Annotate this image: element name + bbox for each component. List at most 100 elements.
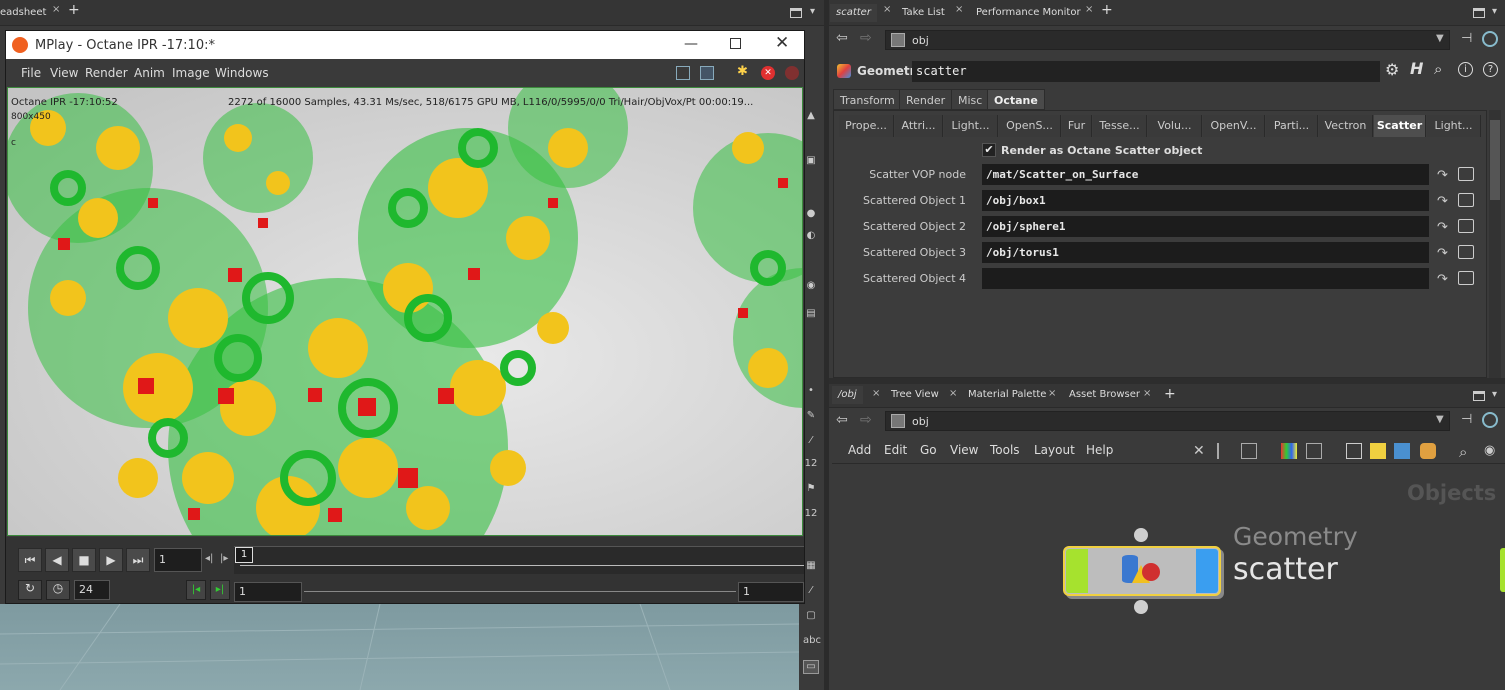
scattered-object-1-field[interactable]: /obj/box1 xyxy=(982,190,1429,211)
close-icon[interactable]: × xyxy=(955,4,963,15)
tab-spreadsheet[interactable]: eadsheet xyxy=(0,4,52,22)
close-icon[interactable]: × xyxy=(949,388,957,399)
tab-performance-monitor[interactable]: Performance Monitor xyxy=(970,4,1087,22)
node-name-label[interactable]: scatter xyxy=(1233,552,1338,587)
scattered-object-4-field[interactable] xyxy=(982,268,1429,289)
step-back-button[interactable]: ◀ xyxy=(45,548,69,572)
wand-icon[interactable]: ⁄ xyxy=(803,585,819,599)
pane-menu-icon[interactable]: ▾ xyxy=(1492,6,1497,17)
node-chooser-icon[interactable] xyxy=(1458,167,1474,181)
subtab-light[interactable]: Light... xyxy=(1427,115,1481,137)
menu-add[interactable]: Add xyxy=(848,443,871,457)
fit-view-icon[interactable] xyxy=(676,66,690,80)
wrench-icon[interactable]: ✕ xyxy=(1193,443,1209,459)
offscreen-node-edge[interactable] xyxy=(1500,548,1505,592)
node-display-flag[interactable] xyxy=(1066,549,1088,593)
info-icon[interactable]: i xyxy=(1458,62,1473,77)
tab-misc[interactable]: Misc xyxy=(951,89,990,110)
menu-view[interactable]: View xyxy=(950,443,978,457)
flag-icon[interactable]: ⚑ xyxy=(803,483,819,497)
dot-tool-icon[interactable] xyxy=(1420,443,1436,459)
link-icon[interactable] xyxy=(1482,31,1498,47)
help-icon[interactable]: ? xyxy=(1483,62,1498,77)
node-output-connector[interactable] xyxy=(1134,600,1148,614)
pin-icon[interactable]: ⊣ xyxy=(1461,412,1472,427)
tab-material-palette[interactable]: Material Palette xyxy=(962,386,1052,404)
pencil-icon[interactable]: ✎ xyxy=(803,410,819,424)
tab-asset-browser[interactable]: Asset Browser xyxy=(1063,386,1146,404)
subtab-scatter[interactable]: Scatter xyxy=(1374,115,1426,137)
menu-windows[interactable]: Windows xyxy=(215,66,269,80)
frame-marker[interactable]: 1 xyxy=(235,547,253,563)
close-icon[interactable]: × xyxy=(1048,388,1056,399)
image-add-icon[interactable] xyxy=(1394,443,1410,459)
node-input-connector[interactable] xyxy=(1134,528,1148,542)
subtab-openvdb[interactable]: OpenV... xyxy=(1203,115,1265,137)
subtab-fur[interactable]: Fur xyxy=(1062,115,1092,137)
snapshot-icon[interactable] xyxy=(700,66,714,80)
minimize-icon[interactable]: — xyxy=(684,36,698,52)
subtab-attributes[interactable]: Attri... xyxy=(895,115,943,137)
forward-arrow-icon[interactable]: ⇨ xyxy=(860,412,872,428)
pause-render-icon[interactable] xyxy=(785,66,799,80)
eye-icon[interactable]: ◉ xyxy=(1484,443,1500,459)
stop-button[interactable]: ■ xyxy=(72,548,96,572)
jump-icon[interactable]: ↷ xyxy=(1437,272,1448,287)
scattered-object-3-field[interactable]: /obj/torus1 xyxy=(982,242,1429,263)
subtab-opensubdiv[interactable]: OpenS... xyxy=(999,115,1061,137)
jump-icon[interactable]: ↷ xyxy=(1437,220,1448,235)
dot-icon[interactable]: • xyxy=(803,385,819,399)
scattered-object-2-field[interactable]: /obj/sphere1 xyxy=(982,216,1429,237)
label-12-a[interactable]: 12 xyxy=(803,458,819,472)
image-icon[interactable]: ▭ xyxy=(803,660,819,674)
link-icon[interactable] xyxy=(1482,412,1498,428)
shape-palette-icon[interactable] xyxy=(1306,443,1322,459)
subtab-tessellation[interactable]: Tesse... xyxy=(1093,115,1147,137)
close-icon[interactable]: × xyxy=(1085,4,1093,15)
list-icon[interactable] xyxy=(1241,443,1257,459)
frame-field[interactable]: 1 xyxy=(154,548,202,572)
snap-icon[interactable]: ▤ xyxy=(803,308,819,322)
menu-file[interactable]: File xyxy=(21,66,41,80)
tab-octane[interactable]: Octane xyxy=(987,89,1045,110)
pane-menu-icon[interactable]: ▾ xyxy=(810,6,815,17)
menu-image[interactable]: Image xyxy=(172,66,210,80)
render-as-scatter-checkbox[interactable]: ✔ xyxy=(982,143,996,157)
subtab-properties[interactable]: Prope... xyxy=(839,115,894,137)
add-tab-icon[interactable]: + xyxy=(1164,386,1176,402)
path-field[interactable] xyxy=(885,411,1450,431)
forward-arrow-icon[interactable]: ⇨ xyxy=(860,30,872,46)
menu-layout[interactable]: Layout xyxy=(1034,443,1075,457)
subtab-vectron[interactable]: Vectron xyxy=(1319,115,1373,137)
maximize-pane-icon[interactable] xyxy=(1473,8,1485,18)
light-icon[interactable]: ◐ xyxy=(803,230,819,244)
select-tool-icon[interactable]: ▲ xyxy=(803,110,819,124)
path-dropdown-icon[interactable]: ▼ xyxy=(1436,414,1444,425)
text-tool-label[interactable]: abc xyxy=(803,635,821,649)
color-palette-icon[interactable] xyxy=(1281,443,1297,459)
grid-icon[interactable]: ▦ xyxy=(803,560,819,574)
node-chooser-icon[interactable] xyxy=(1458,219,1474,233)
menu-edit[interactable]: Edit xyxy=(884,443,907,457)
render-image[interactable] xyxy=(7,87,803,536)
stop-render-icon[interactable]: ✕ xyxy=(761,66,775,80)
tree-layout-icon[interactable] xyxy=(1217,443,1233,459)
range-end-field[interactable]: 1 xyxy=(738,582,804,602)
loop-mode-icon[interactable]: ↻ xyxy=(18,580,42,600)
network-box-icon[interactable] xyxy=(1346,443,1362,459)
add-tab-icon[interactable]: + xyxy=(1101,2,1113,18)
range-start-icon[interactable]: |◂ xyxy=(186,580,206,600)
maximize-pane-icon[interactable] xyxy=(790,8,802,18)
last-frame-button[interactable]: ⏭ xyxy=(126,548,150,572)
sticky-note-icon[interactable] xyxy=(1370,443,1386,459)
path-dropdown-icon[interactable]: ▼ xyxy=(1436,33,1444,44)
tab-obj[interactable]: /obj xyxy=(832,386,863,404)
fps-field[interactable]: 24 xyxy=(74,580,110,600)
tab-take-list[interactable]: Take List xyxy=(896,4,951,22)
jump-icon[interactable]: ↷ xyxy=(1437,194,1448,209)
tab-transform[interactable]: Transform xyxy=(833,89,902,110)
add-tab-icon[interactable]: + xyxy=(68,2,80,18)
range-start-field[interactable]: 1 xyxy=(234,582,302,602)
path-field[interactable] xyxy=(885,30,1450,50)
pin-icon[interactable]: ⊣ xyxy=(1461,31,1472,46)
